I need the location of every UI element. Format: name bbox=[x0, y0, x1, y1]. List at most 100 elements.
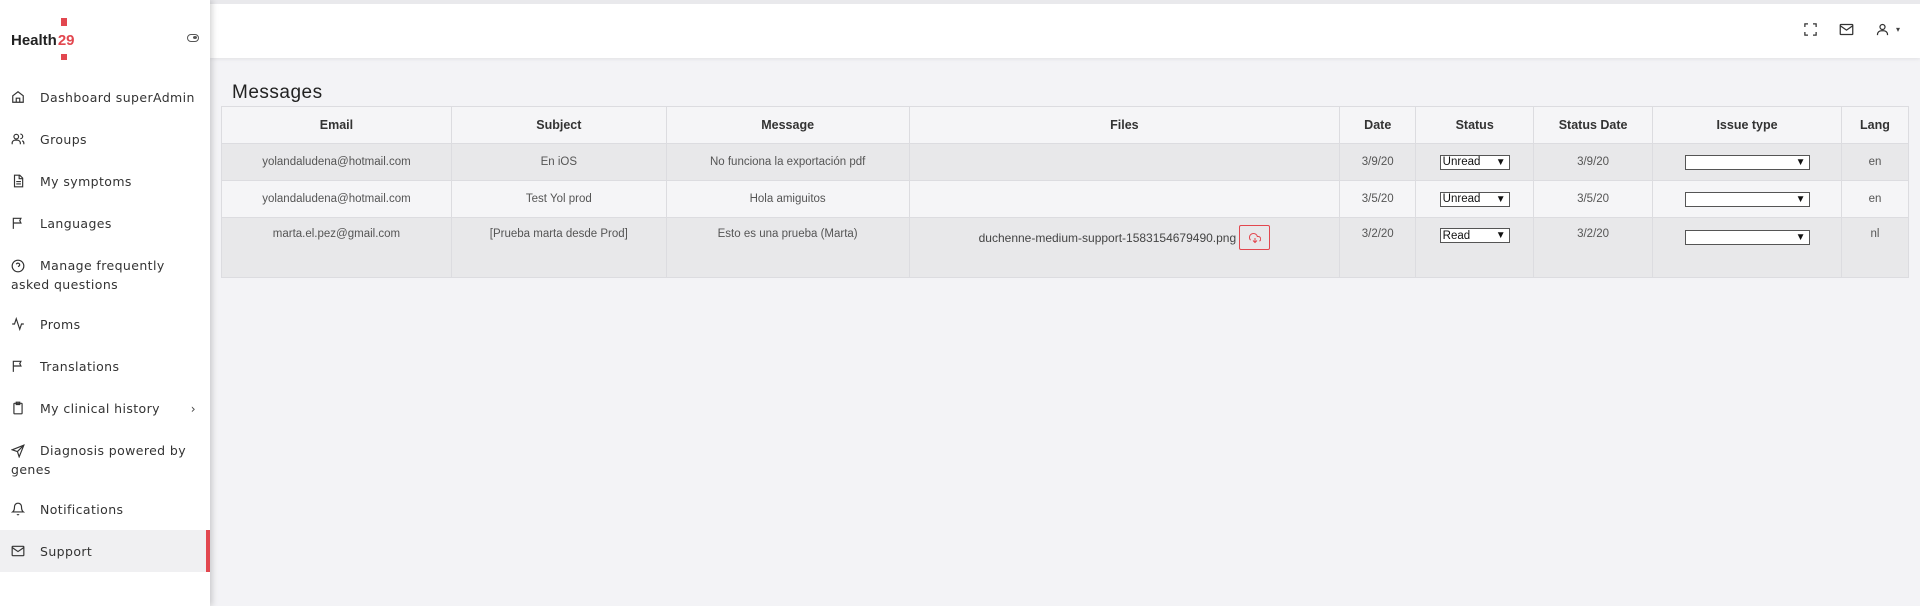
main-content: Messages Email Subject Message Files Dat… bbox=[221, 82, 1910, 278]
health29-logo[interactable]: Health 29 bbox=[11, 17, 75, 60]
help-circle-icon bbox=[11, 259, 25, 273]
table-row[interactable]: yolandaludena@hotmail.com En iOS No func… bbox=[221, 143, 1910, 181]
column-header-issue-type[interactable]: Issue type bbox=[1652, 106, 1842, 144]
sidebar-item-faq[interactable]: Manage frequently asked questions bbox=[0, 244, 210, 303]
sidebar-item-dashboard[interactable]: Dashboard superAdmin bbox=[0, 76, 210, 118]
brand: Health 29 bbox=[0, 4, 210, 76]
mail-icon bbox=[11, 544, 25, 558]
flag-icon bbox=[11, 359, 25, 373]
cell-files bbox=[908, 180, 1341, 218]
column-header-status-date[interactable]: Status Date bbox=[1533, 106, 1654, 144]
page-title: Messages bbox=[232, 82, 323, 103]
column-header-email[interactable]: Email bbox=[221, 106, 452, 144]
dropdown-arrow-icon: ▼ bbox=[1795, 194, 1806, 206]
logo-cross-top bbox=[60, 17, 67, 26]
cell-subject: Test Yol prod bbox=[450, 180, 667, 218]
sidebar-item-clinical-history[interactable]: My clinical history › bbox=[0, 387, 210, 429]
status-select-value: Unread bbox=[1442, 156, 1481, 168]
sidebar-item-label: My symptoms bbox=[40, 173, 132, 189]
column-header-lang[interactable]: Lang bbox=[1840, 106, 1910, 144]
topbar: ▾ bbox=[210, 0, 1920, 58]
sidebar-item-label: Languages bbox=[40, 215, 112, 231]
dropdown-arrow-icon: ▼ bbox=[1495, 156, 1506, 168]
mail-icon[interactable] bbox=[1837, 20, 1857, 38]
home-icon bbox=[11, 90, 25, 104]
table-header-row: Email Subject Message Files Date Status … bbox=[221, 106, 1910, 144]
sidebar-item-proms[interactable]: Proms bbox=[0, 303, 210, 345]
cell-issue-type: ▼ bbox=[1652, 180, 1842, 218]
sidebar: Health 29 Dashboard superAdmin Groups My… bbox=[0, 0, 210, 606]
cell-status-date: 3/9/20 bbox=[1533, 143, 1654, 181]
sidebar-item-notifications[interactable]: Notifications bbox=[0, 488, 210, 530]
sidebar-item-my-symptoms[interactable]: My symptoms bbox=[0, 160, 210, 202]
user-icon bbox=[1873, 20, 1893, 38]
status-select-value: Unread bbox=[1442, 193, 1481, 205]
cell-issue-type: ▼ bbox=[1652, 143, 1842, 181]
column-header-files[interactable]: Files bbox=[908, 106, 1341, 144]
logo-cross-bottom bbox=[60, 53, 67, 60]
dropdown-arrow-icon: ▼ bbox=[1495, 193, 1506, 205]
cell-subject: En iOS bbox=[450, 143, 667, 181]
sidebar-item-label: Proms bbox=[40, 316, 81, 332]
sidebar-item-label-continued: genes bbox=[11, 462, 51, 477]
cell-status-date: 3/5/20 bbox=[1533, 180, 1654, 218]
brand-number-text: 29 bbox=[57, 31, 75, 49]
activity-icon bbox=[11, 317, 25, 331]
user-menu[interactable]: ▾ bbox=[1873, 20, 1900, 38]
sidebar-item-label-continued: asked questions bbox=[11, 277, 119, 292]
column-header-status[interactable]: Status bbox=[1415, 106, 1535, 144]
sidebar-item-label: Translations bbox=[40, 358, 120, 374]
sidebar-toggle-icon[interactable] bbox=[187, 34, 199, 42]
table-row[interactable]: marta.el.pez@gmail.com [Prueba marta des… bbox=[221, 217, 1910, 278]
sidebar-item-label: My clinical history bbox=[40, 400, 160, 416]
issue-type-select[interactable]: ▼ bbox=[1684, 155, 1810, 171]
dropdown-arrow-icon: ▼ bbox=[1495, 230, 1506, 241]
sidebar-item-label: Groups bbox=[40, 131, 87, 147]
cell-message: Hola amiguitos bbox=[665, 180, 910, 218]
cell-date: 3/2/20 bbox=[1339, 217, 1417, 278]
table-row[interactable]: yolandaludena@hotmail.com Test Yol prod … bbox=[221, 180, 1910, 218]
cell-email: yolandaludena@hotmail.com bbox=[221, 180, 452, 218]
sidebar-item-support[interactable]: Support bbox=[0, 530, 210, 572]
sidebar-nav: Dashboard superAdmin Groups My symptoms … bbox=[0, 76, 210, 572]
brand-name: Health bbox=[11, 31, 57, 49]
cell-issue-type: ▼ bbox=[1652, 217, 1842, 278]
cell-lang: en bbox=[1840, 180, 1910, 218]
flag-icon bbox=[11, 216, 25, 230]
send-icon bbox=[11, 443, 25, 458]
sidebar-item-diagnosis[interactable]: Diagnosis powered by genes bbox=[0, 429, 210, 488]
status-select[interactable]: Unread ▼ bbox=[1439, 191, 1510, 207]
bell-icon bbox=[11, 502, 25, 516]
status-select-value: Read bbox=[1442, 229, 1471, 242]
document-icon bbox=[11, 174, 25, 188]
cell-status: Unread ▼ bbox=[1415, 143, 1535, 181]
sidebar-item-languages[interactable]: Languages bbox=[0, 202, 210, 244]
column-header-message[interactable]: Message bbox=[665, 106, 910, 144]
status-select[interactable]: Read ▼ bbox=[1439, 228, 1510, 243]
dropdown-arrow-icon: ▼ bbox=[1795, 157, 1806, 169]
sidebar-item-label: Notifications bbox=[40, 501, 124, 517]
sidebar-item-translations[interactable]: Translations bbox=[0, 345, 210, 387]
cell-lang: nl bbox=[1840, 217, 1910, 278]
clipboard-icon bbox=[11, 401, 25, 415]
cell-message: No funciona la exportación pdf bbox=[665, 143, 910, 181]
cell-status-date: 3/2/20 bbox=[1533, 217, 1654, 278]
cell-subject: [Prueba marta desde Prod] bbox=[450, 217, 667, 278]
download-button[interactable] bbox=[1239, 225, 1271, 250]
issue-type-select[interactable]: ▼ bbox=[1684, 192, 1810, 208]
column-header-subject[interactable]: Subject bbox=[450, 106, 667, 144]
sidebar-item-label: Support bbox=[40, 543, 93, 559]
dropdown-arrow-icon: ▼ bbox=[1795, 231, 1806, 243]
issue-type-select[interactable]: ▼ bbox=[1684, 229, 1810, 245]
sidebar-item-groups[interactable]: Groups bbox=[0, 118, 210, 160]
cell-message: Esto es una prueba (Marta) bbox=[665, 217, 910, 278]
column-header-date[interactable]: Date bbox=[1339, 106, 1417, 144]
sidebar-item-label: Diagnosis powered by bbox=[40, 443, 187, 458]
fullscreen-icon[interactable] bbox=[1801, 20, 1821, 38]
cloud-download-icon bbox=[1248, 232, 1261, 243]
file-name[interactable]: duchenne-medium-support-1583154679490.pn… bbox=[979, 231, 1237, 245]
cell-files: duchenne-medium-support-1583154679490.pn… bbox=[908, 217, 1341, 278]
status-select[interactable]: Unread ▼ bbox=[1439, 154, 1510, 170]
cell-date: 3/9/20 bbox=[1339, 143, 1417, 181]
cell-status: Read ▼ bbox=[1415, 217, 1535, 278]
